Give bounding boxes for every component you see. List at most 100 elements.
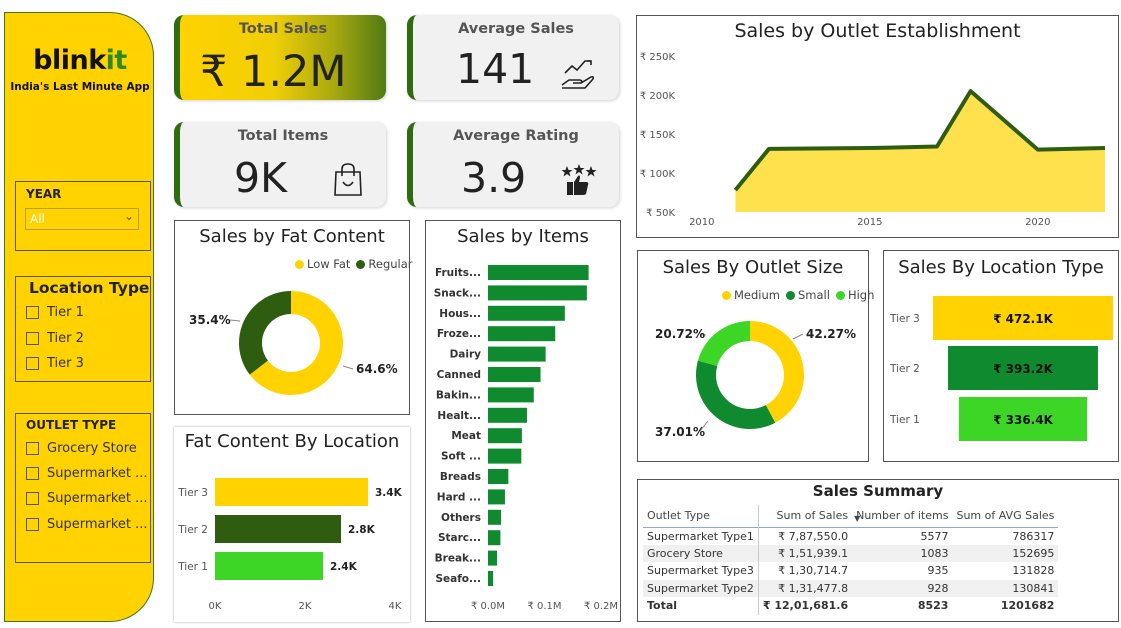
- year-dropdown-value: All: [30, 212, 45, 226]
- table-row: Supermarket Type2 ₹ 1,31,477.8 928 130841: [643, 579, 1059, 597]
- table-cell: ₹ 1,51,939.1: [778, 546, 849, 560]
- x-tick-label: ₹ 0.2M: [584, 601, 618, 612]
- leader-line: [229, 319, 241, 322]
- year-filter-title: YEAR: [26, 187, 62, 201]
- bar: [488, 530, 501, 546]
- table-cell: ₹ 12,01,681.6: [762, 599, 849, 613]
- bar-category-label: Dairy: [450, 349, 482, 361]
- checkbox[interactable]: [26, 332, 39, 345]
- bar-value-label: ₹ 472.1K: [993, 312, 1053, 326]
- table-cell: 1201682: [1000, 599, 1055, 613]
- outlet-filter-title: OUTLET TYPE: [26, 418, 117, 432]
- table-cell: Total: [643, 597, 759, 615]
- y-tick-label: ₹ 150K: [640, 130, 676, 141]
- checkbox[interactable]: [26, 442, 39, 455]
- bar-category-label: Tier 3: [177, 487, 208, 499]
- bar-category-label: Tier 1: [177, 561, 208, 573]
- kpi-title: Total Items: [237, 128, 329, 144]
- column-header[interactable]: Sum of Sales: [758, 505, 852, 527]
- column-header[interactable]: ▼ Number of items: [852, 505, 952, 527]
- table-cell: Supermarket Type2: [643, 579, 759, 597]
- year-dropdown[interactable]: All ⌄: [25, 208, 139, 230]
- chevron-down-icon: ⌄: [123, 209, 134, 223]
- table-cell: ₹ 7,87,550.0: [778, 529, 849, 543]
- y-tick-label: ₹ 50K: [646, 208, 675, 219]
- bar-category-label: Tier 3: [889, 313, 920, 325]
- table-cell: Supermarket Type3: [643, 562, 759, 580]
- checkbox[interactable]: [26, 306, 39, 319]
- bar-value-label: 3.4K: [375, 487, 403, 499]
- location-funnel-chart: Tier 3 ₹ 472.1K Tier 2 ₹ 393.2K Tier 1 ₹ 336.…: [889, 296, 1113, 441]
- area-fill: [735, 91, 1105, 212]
- outlet-option-supermarket-3[interactable]: Supermarket ...: [26, 517, 148, 532]
- bar: [488, 448, 522, 464]
- checkbox[interactable]: [26, 467, 39, 480]
- bar-category-label: Hous...: [439, 308, 481, 320]
- bar-value-label: 2.8K: [348, 524, 376, 536]
- checkbox[interactable]: [26, 518, 39, 531]
- bar-category-label: Fruits...: [435, 267, 481, 279]
- outlet-type-filter: OUTLET TYPE Grocery Store Supermarket ..…: [15, 413, 151, 563]
- bar-category-label: Hard ...: [437, 491, 481, 503]
- kpi-title: Average Rating: [453, 128, 579, 144]
- location-option-tier3[interactable]: Tier 3: [26, 356, 84, 371]
- donut-slice: [697, 321, 750, 366]
- brand-logo: blinkit: [33, 45, 127, 76]
- bar: [488, 326, 556, 342]
- table-cell: 152695: [1012, 546, 1055, 560]
- kpi-average-sales: Average Sales 141: [407, 15, 619, 100]
- location-option-tier2[interactable]: Tier 2: [26, 331, 84, 346]
- table-row: Grocery Store ₹ 1,51,939.1 1083 152695: [643, 544, 1059, 562]
- column-header[interactable]: Outlet Type: [643, 505, 759, 527]
- bar: [488, 469, 509, 484]
- fat-location-bar-chart: Tier 3 3.4K Tier 2 2.8K Tier 1 2.4K 0K 2K 4K: [177, 478, 403, 612]
- bar: [488, 387, 534, 403]
- kpi-title: Total Sales: [238, 21, 328, 37]
- bar-value-label: 2.4K: [330, 561, 358, 573]
- filter-sidebar: blinkit India's Last Minute App YEAR All…: [4, 12, 154, 622]
- x-tick-label: 2010: [689, 217, 714, 228]
- x-tick-label: 2K: [299, 601, 312, 612]
- outlet-option-grocery[interactable]: Grocery Store: [26, 441, 137, 456]
- table-total-row: Total ₹ 12,01,681.6 8523 1201682: [643, 597, 1058, 615]
- outlet-option-supermarket-2[interactable]: Supermarket ...: [26, 491, 148, 506]
- kpi-total-sales: Total Sales ₹ 1.2M: [174, 15, 386, 100]
- bar-category-label: Healt...: [437, 410, 481, 422]
- checkbox[interactable]: [26, 492, 39, 505]
- bar-category-label: Froze...: [437, 328, 481, 340]
- kpi-value: 3.9: [461, 154, 527, 202]
- establishment-chart-panel: Sales by Outlet Establishment ₹ 50K ₹ 100…: [636, 15, 1119, 238]
- column-header[interactable]: Sum of AVG Sales: [952, 505, 1058, 527]
- leader-line: [792, 333, 804, 340]
- bar-category-label: Breads: [440, 471, 481, 483]
- location-type-chart-panel: Sales By Location Type Tier 3 ₹ 472.1K Tie…: [883, 250, 1119, 462]
- bar: [488, 285, 587, 301]
- table-cell: 1083: [920, 546, 949, 560]
- bar-category-label: Others: [441, 512, 481, 524]
- sales-summary-table: Outlet Type Sum of Sales ▼ Number of item…: [643, 505, 1059, 615]
- bar: [488, 571, 494, 586]
- bar-category-label: Break...: [435, 553, 481, 565]
- establishment-area-chart: ₹ 50K ₹ 100K ₹ 150K ₹ 200K ₹ 250K 2010 2015 202…: [640, 52, 1106, 228]
- bar: [488, 489, 505, 505]
- slice-label: 35.4%: [189, 313, 231, 327]
- checkbox[interactable]: [26, 357, 39, 370]
- location-filter-title: Location Type: [29, 279, 150, 297]
- bar-value-label: ₹ 393.2K: [993, 362, 1053, 376]
- slice-label: 20.72%: [655, 327, 705, 341]
- hand-cash-icon: [561, 60, 595, 89]
- location-option-tier1[interactable]: Tier 1: [26, 305, 84, 320]
- bar: [488, 550, 498, 566]
- y-tick-label: ₹ 250K: [640, 52, 676, 63]
- table-cell: 8523: [917, 599, 949, 613]
- table-cell: ₹ 1,31,477.8: [778, 581, 849, 595]
- slice-label: 37.01%: [655, 425, 705, 439]
- table-cell: Grocery Store: [643, 544, 759, 562]
- table-header-row: Outlet Type Sum of Sales ▼ Number of item…: [643, 505, 1059, 527]
- x-tick-label: 2020: [1025, 217, 1050, 228]
- bar-category-label: Meat: [451, 430, 481, 442]
- items-chart-panel: Sales by Items Fruits... Snack... Hous... F…: [425, 220, 621, 622]
- outlet-option-supermarket-1[interactable]: Supermarket ...: [26, 466, 148, 481]
- donut-slice: [696, 360, 776, 429]
- donut-slice: [750, 321, 804, 423]
